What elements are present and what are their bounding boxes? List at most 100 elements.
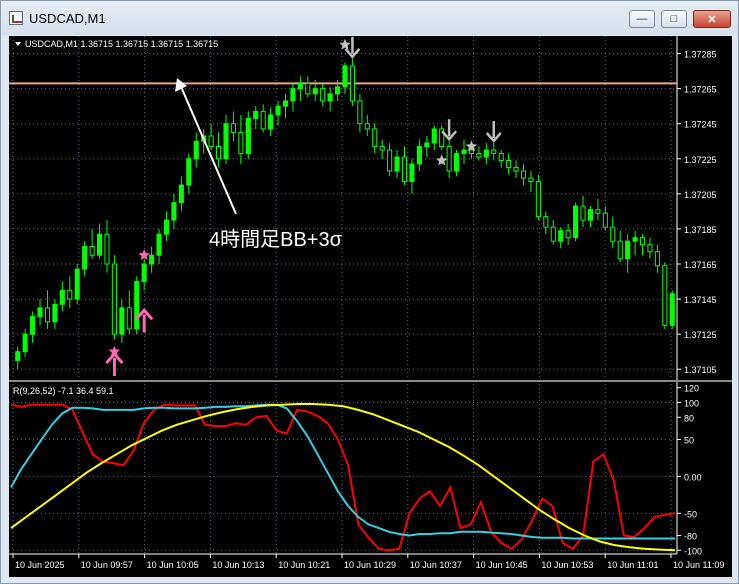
time-label: 10 Jun 10:29 [344,560,396,570]
chart-area[interactable]: 1.37285 1.37265 1.37245 1.37225 1.37205 1.371… [9,36,732,577]
candle-body [379,145,385,151]
candle-body [587,209,594,221]
time-label: 10 Jun 09:57 [81,560,133,570]
candle-body [275,105,281,116]
candle-body [424,142,430,147]
minimize-icon: — [636,13,648,25]
price-label: 1.37185 [684,225,717,235]
candle-body [573,205,579,239]
candle-body [431,128,437,144]
chart-canvas[interactable]: 1.37285 1.37265 1.37245 1.37225 1.37205 1.371… [9,36,732,577]
candle-body [454,153,460,172]
maximize-icon: □ [670,13,678,25]
candle-body [446,145,452,172]
candle-body [476,153,482,158]
candle-body [654,251,660,267]
chart-window-icon [9,11,23,25]
indicator-axis: 120 100 80 50 0.00 -50 -80 -100 [677,384,702,556]
candle-body [662,265,668,326]
candle-body [669,293,675,326]
price-label: 1.37125 [684,330,717,340]
candle-body [401,156,408,183]
candle-body [357,100,363,125]
candle-body [253,110,259,119]
candle-body [372,128,378,147]
candle-body [320,88,326,102]
time-label: 10 Jun 10:21 [278,560,330,570]
candle-body [82,245,88,270]
candle-body [171,202,177,221]
price-label: 1.37225 [684,155,717,165]
price-label: 1.37285 [684,50,717,60]
candle-body [305,82,311,95]
candle-body [141,263,147,283]
indicator-scale-label: -50 [684,509,697,519]
dropdown-icon[interactable] [15,42,21,46]
candle-body [111,263,117,335]
candle-body [260,110,266,130]
candle-body [647,244,653,253]
maximize-button[interactable]: □ [661,10,687,28]
candle-body [327,93,333,102]
indicator-scale-label: -80 [684,532,697,542]
candle-body [520,170,527,179]
time-label: 10 Jun 2025 [15,560,65,570]
candle-body [506,160,512,169]
annotation-text[interactable]: 4時間足BB+3σ [209,228,343,251]
candle-body [74,268,80,300]
window-title: USDCAD,M1 [29,11,106,26]
candle-body [119,307,125,335]
signal-star-icon [436,154,448,166]
time-axis: 10 Jun 2025 10 Jun 09:57 10 Jun 10:05 10 Ju… [9,553,724,570]
candle-body [491,149,497,155]
candle-body [230,123,236,133]
price-label: 1.37165 [684,260,717,270]
candle-body [558,230,564,242]
candle-body [178,184,184,204]
candle-body [342,65,348,88]
candle-body [30,316,36,335]
candle-body [528,177,534,183]
candle-body [468,149,474,155]
candle-body [134,281,140,330]
close-button[interactable]: ✕ [693,10,731,28]
candle-body [461,149,467,155]
indicator-scale-label: 100 [684,398,699,408]
candle-body [59,289,65,305]
indicator-scale-label: 120 [684,384,699,394]
candle-body [595,209,601,214]
candle-body [37,307,43,318]
candle-body [238,131,244,155]
annotation-arrowhead [175,78,187,92]
candle-body [156,233,162,256]
minimize-button[interactable]: — [629,10,655,28]
candle-body [625,240,631,260]
candle-body [312,88,318,95]
candle-body [163,219,170,235]
symbol-info: USDCAD,M1 1.36715 1.36715 1.36715 1.3671… [25,39,218,49]
indicator-scale-label: 80 [684,413,694,423]
close-icon: ✕ [707,13,717,26]
candle-body [96,233,103,256]
candle-body [149,254,155,265]
indicator-label: R(9,26,52) -7.1 36.4 59.1 [13,386,114,396]
candle-body [223,123,229,160]
candle-body [416,145,422,165]
time-label: 10 Jun 10:05 [147,560,199,570]
title-bar[interactable]: USDCAD,M1 — □ ✕ [1,1,738,35]
candle-body [290,88,296,102]
candle-body [617,240,623,260]
candle-body [543,216,549,228]
candle-body [52,303,58,323]
candle-body [610,226,616,242]
candle-body [22,333,28,353]
indicator-lines [10,403,676,552]
signal-star-icon [339,38,351,50]
candle-body [126,307,132,330]
candle-body [483,149,489,158]
chart-window: USDCAD,M1 — □ ✕ 1.37285 1.37265 1.37245 1.3… [0,0,739,584]
indicator-series-line [10,403,675,540]
indicator-series-line [10,403,676,552]
candle-body [409,163,415,183]
candle-body [193,140,199,160]
